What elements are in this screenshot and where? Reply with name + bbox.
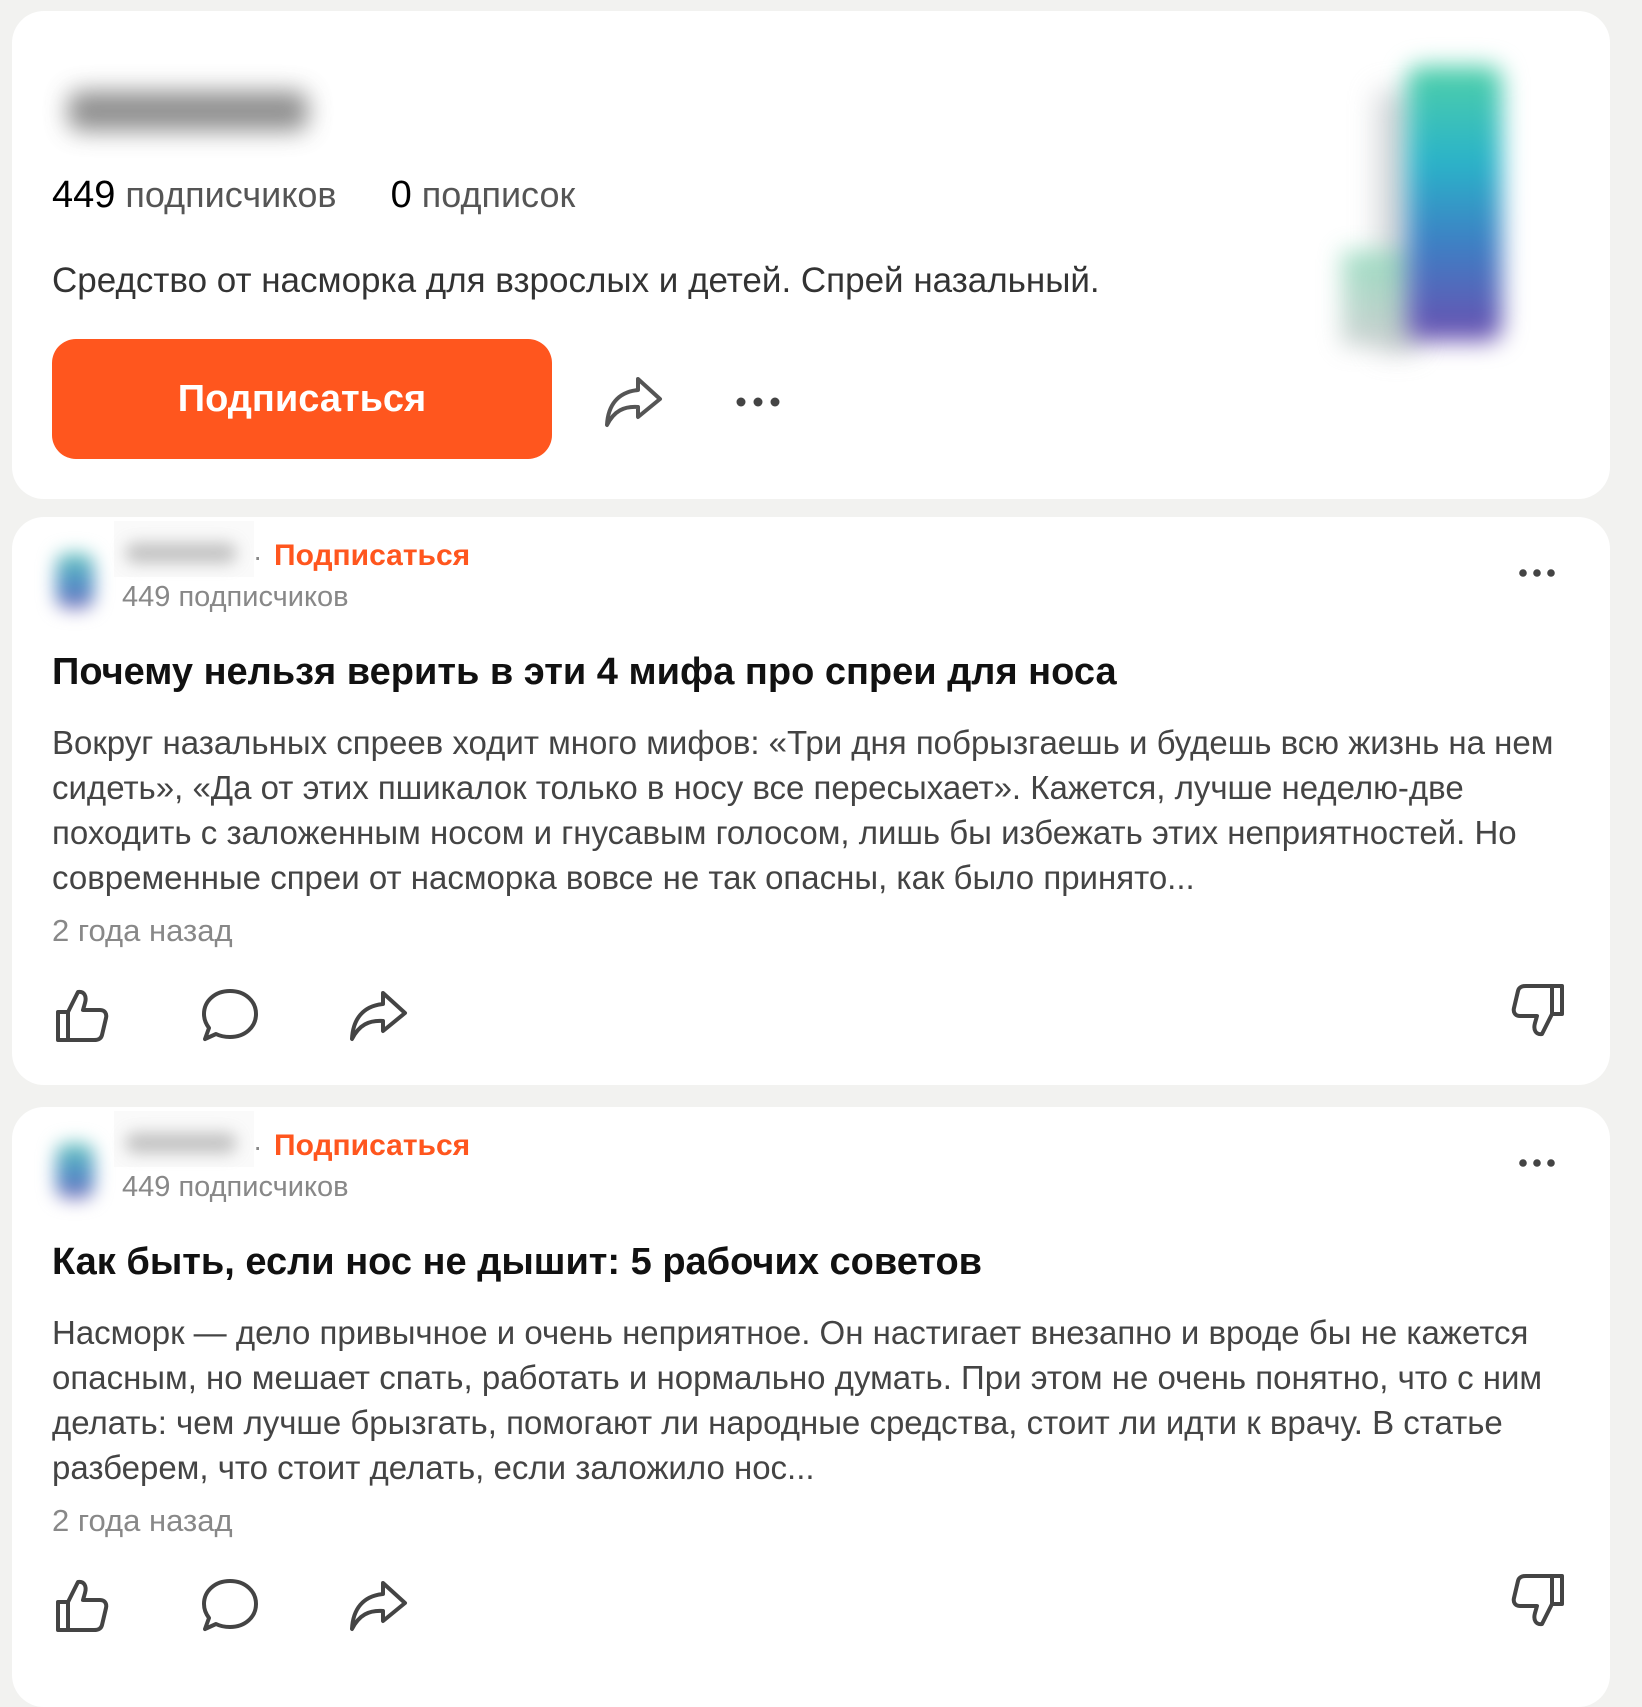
comment-button[interactable] (198, 985, 262, 1045)
post-timestamp: 2 года назад (52, 1503, 233, 1538)
post-title[interactable]: Почему нельзя верить в эти 4 мифа про сп… (52, 651, 1117, 694)
channel-name-blurred (28, 36, 338, 151)
dislike-button[interactable] (1508, 979, 1568, 1043)
thumbs-down-icon (1510, 1572, 1566, 1630)
post-more-button[interactable] (1512, 1151, 1562, 1175)
channel-profile-card: 449 подписчиков 0 подписок Средство от н… (12, 11, 1610, 499)
author-subscribers: 449 подписчиков (122, 1171, 349, 1203)
post-title[interactable]: Как быть, если нос не дышит: 5 рабочих с… (52, 1241, 982, 1284)
followers-count[interactable]: 449 (52, 174, 115, 216)
dislike-button[interactable] (1508, 1569, 1568, 1633)
separator-dot: · (253, 541, 263, 572)
share-button[interactable] (346, 1575, 410, 1635)
thumbs-up-icon (54, 986, 110, 1044)
following-count[interactable]: 0 (391, 174, 412, 216)
channel-cover-image (1322, 51, 1522, 351)
post-card[interactable]: · Подписаться 449 подписчиков Почему нел… (12, 517, 1610, 1085)
subscribe-button[interactable]: Подписаться (52, 339, 552, 459)
followers-label[interactable]: подписчиков (125, 174, 336, 215)
separator-dot: · (253, 1131, 263, 1162)
author-name-blurred[interactable] (114, 521, 254, 577)
share-arrow-icon (602, 373, 664, 429)
post-excerpt[interactable]: Насморк — дело привычное и очень неприят… (52, 1310, 1577, 1490)
author-avatar[interactable] (38, 525, 108, 625)
author-name-blurred[interactable] (114, 1111, 254, 1167)
following-label[interactable]: подписок (422, 174, 576, 215)
share-arrow-icon (347, 1577, 409, 1633)
post-subscribe-link[interactable]: Подписаться (274, 1129, 470, 1163)
more-dots-icon (1518, 1158, 1556, 1168)
comment-bubble-icon (200, 987, 260, 1043)
author-avatar[interactable] (38, 1115, 108, 1215)
channel-stats: 449 подписчиков 0 подписок (52, 174, 575, 217)
post-timestamp: 2 года назад (52, 913, 233, 948)
more-dots-icon (735, 396, 781, 408)
like-button[interactable] (52, 1575, 112, 1635)
channel-description: Средство от насморка для взрослых и дете… (52, 261, 1100, 300)
author-subscribers: 449 подписчиков (122, 581, 349, 613)
like-button[interactable] (52, 985, 112, 1045)
post-card[interactable]: · Подписаться 449 подписчиков Как быть, … (12, 1107, 1610, 1707)
post-more-button[interactable] (1512, 561, 1562, 585)
comment-bubble-icon (200, 1577, 260, 1633)
post-subscribe-link[interactable]: Подписаться (274, 539, 470, 573)
post-excerpt[interactable]: Вокруг назальных спреев ходит много мифо… (52, 720, 1577, 900)
thumbs-up-icon (54, 1576, 110, 1634)
more-dots-icon (1518, 568, 1556, 578)
comment-button[interactable] (198, 1575, 262, 1635)
share-arrow-icon (347, 987, 409, 1043)
share-button[interactable] (346, 985, 410, 1045)
share-button[interactable] (598, 369, 668, 433)
more-button[interactable] (730, 387, 786, 417)
thumbs-down-icon (1510, 982, 1566, 1040)
